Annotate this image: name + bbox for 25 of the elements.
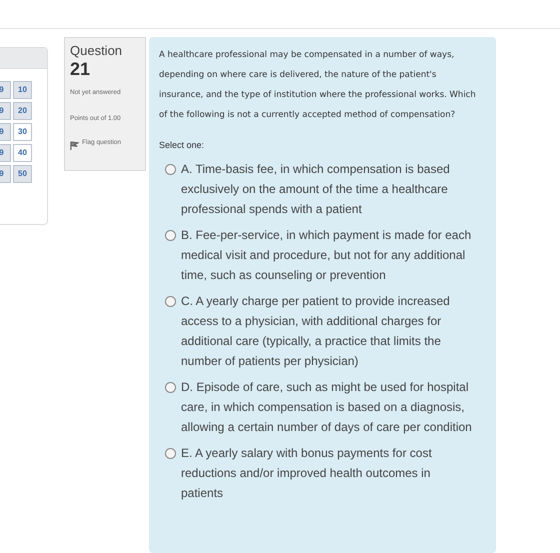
answer-option[interactable]: D. Episode of care, such as might be used for hospital care, in which compensation is based on a diagnosis, allowing a certain number of days of care per condition (159, 376, 486, 436)
question-nav-button[interactable]: 50 (13, 165, 32, 183)
answer-option[interactable]: A. Time-basis fee, in which compensation is based exclusively on the amount of the time a healthcare professional spends with a patient (159, 158, 486, 218)
question-nav-button[interactable]: 20 (13, 102, 32, 120)
radio-button[interactable] (165, 230, 176, 240)
question-text: A healthcare professional may be compensated in a number of ways, depending on where care is delivered, the nature of the patient's insurance, and the type of institution where the professional works. Which of the following is not a currently accepted method of compensation? (159, 49, 477, 122)
question-nav-button[interactable]: 9 (0, 102, 11, 120)
question-nav-button[interactable]: 9 (0, 123, 11, 141)
question-nav-button[interactable]: 9 (0, 165, 11, 183)
radio-button[interactable] (165, 164, 176, 174)
radio-button[interactable] (165, 296, 176, 306)
select-prompt: Select one: (159, 139, 206, 152)
flag-icon (70, 140, 79, 150)
question-nav-button[interactable]: 30 (13, 123, 32, 141)
answer-option[interactable]: E. A yearly salary with bonus payments for cost reductions and/or improved health outcomes in patients (159, 442, 486, 502)
radio-button[interactable] (165, 382, 176, 392)
answer-option[interactable]: B. Fee-per-service, in which payment is made for each medical visit and procedure, but not for any additional time, such as counseling or prevention (159, 224, 486, 284)
question-nav-button[interactable]: 9 (0, 144, 11, 162)
question-number: 21 (70, 58, 92, 80)
question-nav-button[interactable]: 40 (13, 144, 32, 162)
radio-button[interactable] (165, 448, 176, 458)
question-nav-button[interactable]: 10 (13, 81, 32, 99)
question-nav-button[interactable]: 9 (0, 81, 11, 99)
answer-option[interactable]: C. A yearly charge per patient to provide increased access to a physician, with additional charges for additional care (typically, a practice that limits the number of patients per physician) (159, 290, 486, 370)
question-heading: Question (70, 43, 124, 58)
